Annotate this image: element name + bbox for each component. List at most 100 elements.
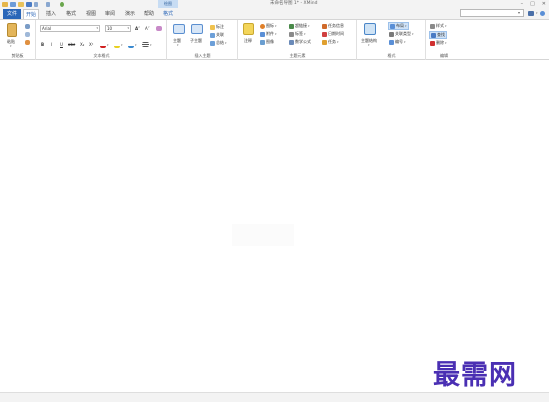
- clear-format-icon[interactable]: [156, 26, 162, 31]
- customize-icon[interactable]: [60, 1, 64, 7]
- help-icon[interactable]: [539, 10, 545, 16]
- numbering-button[interactable]: 编号 ▾: [389, 39, 406, 45]
- save-icon[interactable]: [26, 1, 32, 7]
- highlight-icon[interactable]: [114, 42, 120, 48]
- relationship-button[interactable]: 关联: [210, 32, 224, 38]
- find-replace-label: 查找: [437, 32, 445, 37]
- structure-dropdown-icon[interactable]: ▾: [368, 43, 370, 47]
- attachment-icon: [260, 31, 265, 37]
- equation-label: 数学公式: [295, 39, 311, 44]
- summary-button[interactable]: 总结 ▾: [210, 40, 227, 46]
- hyperlink-dropdown-icon: ▾: [308, 24, 310, 28]
- highlight-dropdown-icon[interactable]: ▾: [121, 43, 123, 47]
- attachment-label: 附件: [266, 31, 274, 36]
- strikethrough-button[interactable]: abc: [68, 42, 75, 47]
- subtopic-icon[interactable]: [191, 24, 203, 34]
- task-label: 任务: [328, 39, 336, 44]
- tab-insert[interactable]: 插入: [43, 9, 59, 19]
- tab-review[interactable]: 审阅: [102, 9, 118, 19]
- font-name-value: Arial: [42, 26, 52, 31]
- task-icon: [322, 39, 327, 45]
- font-group-label: 文本格式: [93, 53, 110, 58]
- tab-format[interactable]: 格式: [63, 9, 79, 19]
- image-button[interactable]: 图像: [260, 39, 274, 45]
- delete-button[interactable]: 删除 ▾: [430, 40, 447, 46]
- binoculars-icon[interactable]: [528, 10, 534, 16]
- tab-view[interactable]: 视图: [83, 9, 99, 19]
- attachment-button[interactable]: 附件 ▾: [260, 31, 277, 37]
- style-dropdown-icon: ▾: [445, 24, 447, 28]
- tab-home[interactable]: 开始: [23, 9, 39, 19]
- equation-button[interactable]: 数学公式: [289, 39, 311, 45]
- search-input[interactable]: [460, 9, 524, 17]
- font-color-dropdown-icon[interactable]: ▾: [107, 43, 109, 47]
- tab-present[interactable]: 演示: [122, 9, 138, 19]
- find-replace-button[interactable]: 查找: [429, 31, 447, 39]
- task-button[interactable]: 任务 ▾: [322, 39, 339, 45]
- minimize-icon[interactable]: –: [521, 0, 524, 8]
- bold-button[interactable]: B: [41, 42, 44, 47]
- cut-icon[interactable]: [25, 24, 30, 29]
- font-color-icon[interactable]: [100, 42, 106, 48]
- marker-button[interactable]: 图标 ▾: [260, 23, 277, 29]
- relation-type-button[interactable]: 关联类型 ▾: [389, 31, 414, 37]
- copy-icon[interactable]: [25, 32, 30, 37]
- date-time-button[interactable]: 日期时间: [322, 31, 344, 37]
- topic-elements-group: 注释 图标 ▾ 附件 ▾ 图像 超链接 ▾ 标签 ▾ 数学公式 任务信息 日期时…: [239, 20, 357, 60]
- close-icon[interactable]: ✕: [542, 0, 546, 8]
- layout-dropdown-icon: ▾: [405, 24, 407, 28]
- task-info-button[interactable]: 任务信息: [322, 23, 344, 29]
- tab-help[interactable]: 帮助: [141, 9, 157, 19]
- callout-label: 标注: [216, 24, 224, 29]
- insert-topic-group: 主题 ▾ 子主题 标注 关联 总结 ▾ 插入主题: [168, 20, 238, 60]
- subtopic-label[interactable]: 子主题: [190, 38, 202, 44]
- format-painter-icon[interactable]: [25, 40, 30, 45]
- open-icon[interactable]: [18, 1, 24, 7]
- tab-drawing-format[interactable]: 格式: [160, 9, 176, 19]
- superscript-button[interactable]: X²: [89, 42, 93, 47]
- label-button[interactable]: 标签 ▾: [289, 31, 306, 37]
- tab-file[interactable]: 文件: [3, 9, 21, 19]
- callout-button[interactable]: 标注: [210, 24, 224, 30]
- font-size-dropdown-icon[interactable]: ▾: [127, 26, 129, 31]
- shrink-font-icon[interactable]: A˅: [145, 26, 150, 31]
- font-name-dropdown-icon[interactable]: ▾: [96, 26, 98, 31]
- calendar-icon: [322, 31, 327, 37]
- numbering-dropdown-icon: ▾: [404, 40, 406, 44]
- layout-icon: [390, 23, 395, 29]
- hyperlink-button[interactable]: 超链接 ▾: [289, 23, 310, 29]
- text-case-dropdown-icon[interactable]: ▾: [135, 43, 137, 47]
- font-size-select[interactable]: 10 ▾: [105, 25, 131, 32]
- status-bar: [0, 392, 549, 402]
- paste-icon[interactable]: [7, 23, 17, 37]
- underline-button[interactable]: U: [60, 42, 63, 47]
- note-icon[interactable]: [243, 23, 254, 35]
- main-topic-dropdown-icon[interactable]: ▾: [177, 43, 179, 47]
- layout-button[interactable]: 布局 ▾: [388, 22, 409, 30]
- align-dropdown-icon[interactable]: ▾: [150, 43, 152, 47]
- new-icon[interactable]: [10, 1, 16, 7]
- ribbon: 粘贴 ▾ 剪贴板 Arial ▾ 10 ▾ A˄ A˅ B I U abc X₂…: [0, 19, 549, 60]
- italic-button[interactable]: I: [51, 42, 52, 47]
- binoculars-dropdown-icon[interactable]: ▾: [536, 11, 538, 15]
- font-name-select[interactable]: Arial ▾: [40, 25, 100, 32]
- align-icon[interactable]: [142, 42, 149, 47]
- label-label: 标签: [295, 31, 303, 36]
- main-topic-icon[interactable]: [173, 24, 185, 34]
- search-dropdown-icon[interactable]: ▾: [518, 9, 520, 17]
- central-topic-placeholder[interactable]: [232, 224, 294, 246]
- style-button[interactable]: 样式 ▾: [430, 23, 447, 29]
- redo-icon[interactable]: [46, 1, 50, 7]
- edit-group: 样式 ▾ 查找 删除 ▾ 编辑: [427, 20, 461, 60]
- undo-icon[interactable]: [34, 1, 38, 7]
- grow-font-icon[interactable]: A˄: [135, 26, 140, 31]
- marker-dropdown-icon: ▾: [275, 24, 277, 28]
- maximize-icon[interactable]: □: [530, 0, 535, 8]
- style-label: 样式: [436, 23, 444, 28]
- paste-dropdown-icon[interactable]: ▾: [10, 44, 12, 48]
- note-label[interactable]: 注释: [244, 38, 252, 44]
- app-logo-icon: [2, 1, 8, 7]
- text-case-icon[interactable]: [128, 42, 134, 48]
- subscript-button[interactable]: X₂: [80, 42, 84, 47]
- structure-icon[interactable]: [364, 23, 376, 35]
